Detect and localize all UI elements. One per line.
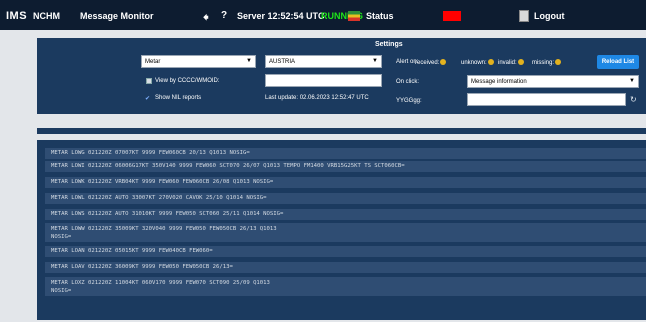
view-cccc-label: View by CCCC/WMOID: (155, 78, 220, 84)
last-update: Last update: 02.06.2023 12:52:47 UTC (265, 95, 369, 101)
alert-missing[interactable]: missing: (532, 59, 562, 66)
message-row[interactable]: METAR LOWG 021220Z 07007KT 9999 FEW060CB… (45, 148, 646, 159)
alert-received[interactable]: received: (415, 59, 447, 66)
yyggg-label: YYGGgg: (396, 98, 422, 104)
message-row[interactable]: METAR LOWK 021220Z VRB04KT 9999 FEW060 F… (45, 177, 646, 188)
alert-invalid-label: invalid: (498, 60, 517, 66)
message-row[interactable]: METAR LOAN 021220Z 05015KT 9999 FEW040CB… (45, 246, 646, 257)
message-row[interactable]: METAR LOXZ 021220Z 11004KT 060V170 9999 … (45, 277, 646, 296)
bell-icon (517, 59, 524, 65)
app-brand: IMS (6, 10, 28, 22)
refresh-icon[interactable]: ↻ (630, 95, 637, 104)
alert-missing-label: missing: (532, 60, 555, 66)
alert-invalid[interactable]: invalid: (498, 59, 524, 66)
alert-received-label: received: (415, 60, 440, 66)
message-row[interactable]: METAR LOWS 021220Z AUTO 31010KT 9999 FEW… (45, 209, 646, 220)
chevron-down-icon: ▼ (246, 58, 252, 64)
message-type-value: Metar (145, 59, 161, 65)
on-click-value: Message information (471, 79, 527, 85)
cccc-wmoid-input[interactable] (265, 74, 382, 87)
alert-unknown-label: unknown: (461, 60, 487, 66)
message-type-select[interactable]: Metar ▼ (141, 55, 256, 68)
station-label: NCHM (33, 11, 60, 21)
help-icon[interactable]: ? (221, 10, 227, 21)
on-click-label: On click: (396, 79, 420, 85)
yyggg-input[interactable] (467, 93, 626, 106)
country-select[interactable]: AUSTRIA ▼ (265, 55, 382, 68)
message-row[interactable]: METAR LOWW 021220Z 35009KT 320V040 9999 … (45, 223, 646, 242)
flag-icon (348, 11, 360, 21)
top-bar: IMS NCHM Message Monitor 🠸 ? Server 12:5… (0, 0, 646, 30)
message-row[interactable]: METAR LOWI 021220Z 06006G17KT 350V140 99… (45, 161, 646, 172)
logout-icon[interactable] (519, 10, 529, 22)
server-time: Server 12:52:54 UTC (237, 11, 325, 21)
status-label: Status (366, 11, 394, 21)
reload-list-button[interactable]: Reload List (597, 55, 639, 69)
bell-icon (555, 59, 562, 65)
bell-icon (487, 59, 494, 65)
bell-icon (440, 59, 447, 65)
logout-link[interactable]: Logout (534, 11, 565, 21)
back-arrow-icon[interactable]: 🠸 (203, 9, 209, 28)
chevron-down-icon: ▼ (629, 78, 635, 84)
settings-heading: Settings (375, 41, 403, 48)
on-click-select[interactable]: Message information ▼ (467, 75, 639, 88)
show-nil-checkbox[interactable]: ✔ (145, 95, 150, 102)
status-indicator[interactable] (443, 11, 461, 21)
message-row[interactable]: METAR LOAV 021220Z 36009KT 9999 FEW050 F… (45, 262, 646, 273)
view-cccc-checkbox[interactable] (146, 78, 152, 84)
alert-unknown[interactable]: unknown: (461, 59, 494, 66)
page-title: Message Monitor (80, 11, 154, 21)
divider-band (37, 128, 646, 134)
message-list: METAR LOWG 021220Z 07007KT 9999 FEW060CB… (37, 140, 646, 320)
show-nil-label: Show NIL reports (155, 95, 202, 101)
settings-panel: Settings Metar ▼ AUSTRIA ▼ View by CCCC/… (37, 38, 646, 114)
country-value: AUSTRIA (269, 59, 296, 65)
chevron-down-icon: ▼ (372, 58, 378, 64)
message-row[interactable]: METAR LOWL 021220Z AUTO 33007KT 270V020 … (45, 193, 646, 204)
